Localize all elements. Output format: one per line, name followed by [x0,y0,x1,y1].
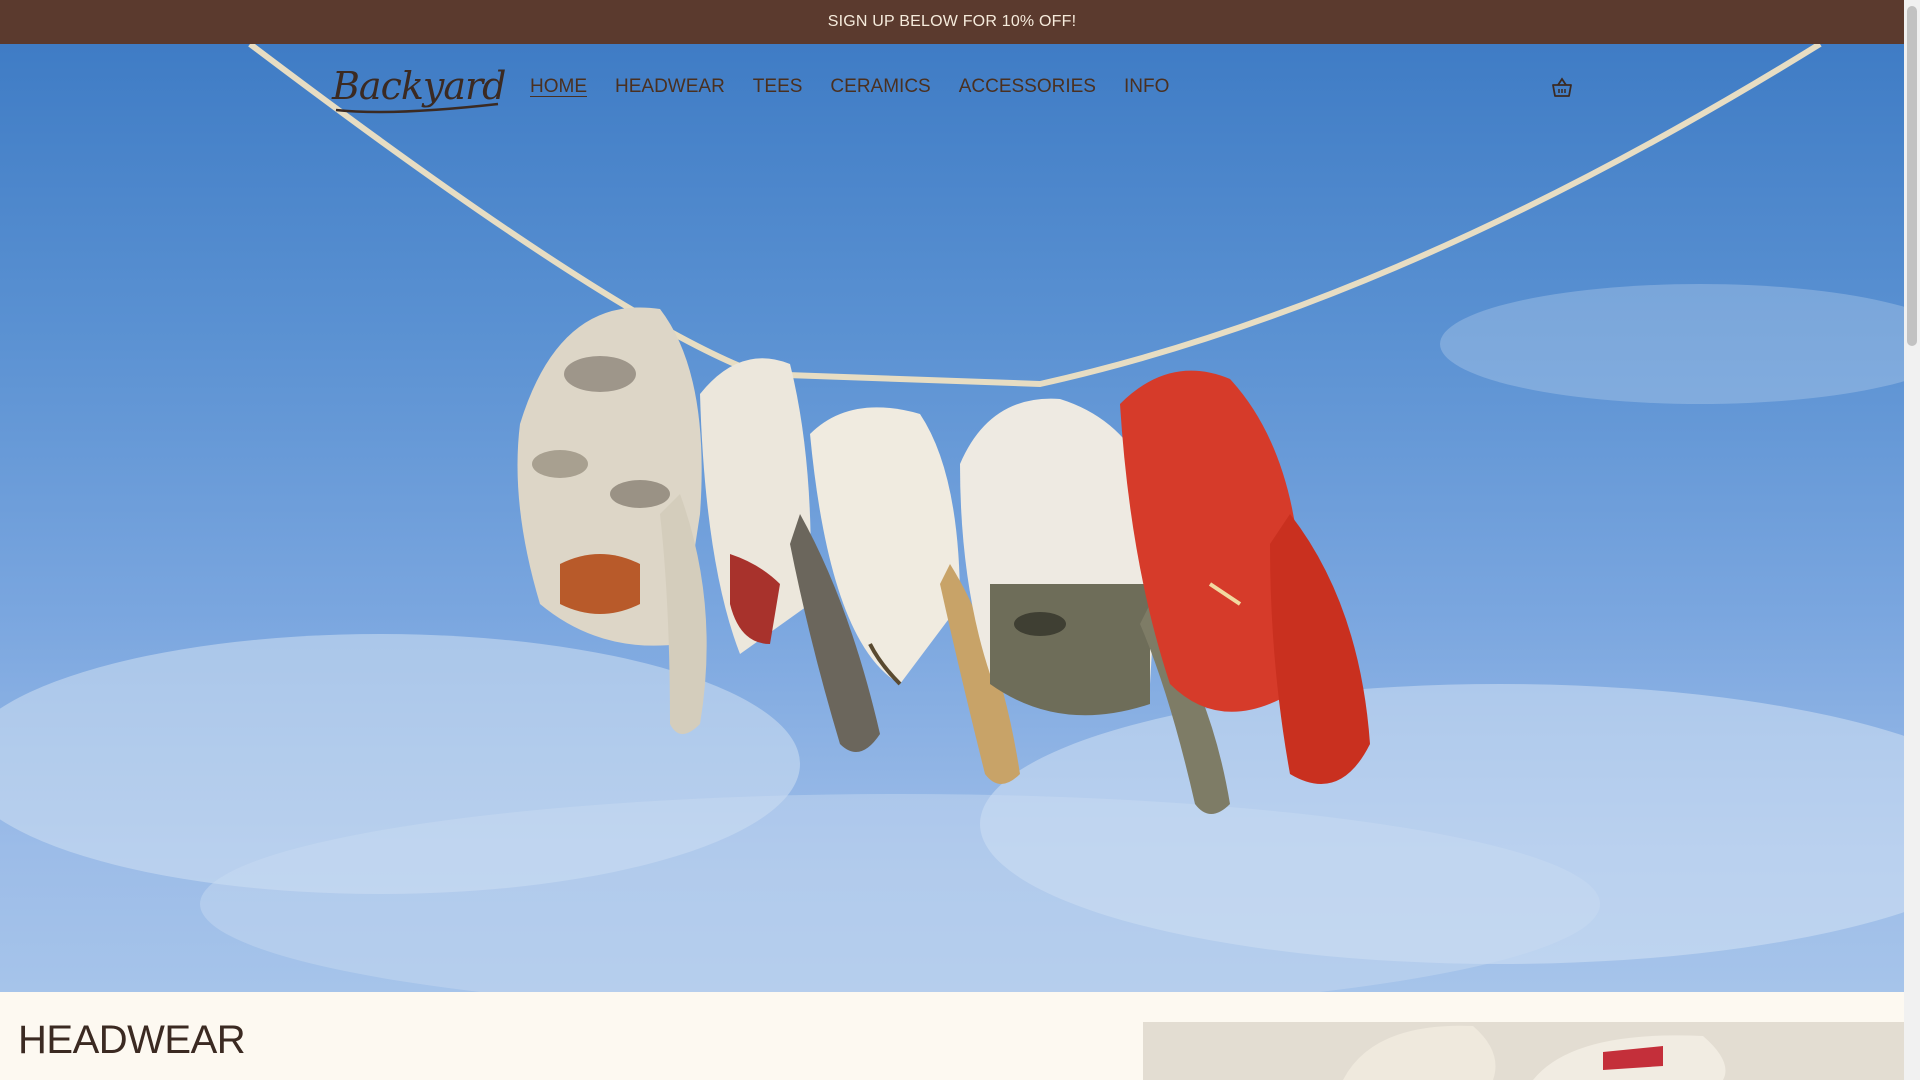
main-nav: HOME HEADWEAR TEES CERAMICS ACCESSORIES … [530,72,1197,102]
announcement-text[interactable]: SIGN UP BELOW FOR 10% OFF! [828,13,1077,31]
hero-image [0,44,1904,992]
brand-logo[interactable]: Backyard [332,64,507,114]
logo-swash-icon [335,102,499,114]
headwear-preview-image[interactable] [1143,1022,1904,1080]
nav-item-info[interactable]: INFO [1124,72,1169,102]
page-scrollbar[interactable] [1904,0,1920,1080]
basket-icon[interactable] [1550,76,1574,100]
nav-item-tees[interactable]: TEES [753,72,803,102]
hat-preview-illustration [1143,1022,1904,1080]
hats-illustration [0,44,1904,992]
scrollbar-thumb[interactable] [1907,6,1917,346]
section-title-headwear: HEADWEAR [18,1018,246,1062]
site-header: Backyard HOME HEADWEAR TEES CERAMICS ACC… [0,44,1904,130]
nav-item-headwear[interactable]: HEADWEAR [615,72,725,102]
nav-item-accessories[interactable]: ACCESSORIES [959,72,1096,102]
nav-item-ceramics[interactable]: CERAMICS [830,72,930,102]
nav-item-home[interactable]: HOME [530,72,587,102]
announcement-bar[interactable]: SIGN UP BELOW FOR 10% OFF! [0,0,1904,44]
